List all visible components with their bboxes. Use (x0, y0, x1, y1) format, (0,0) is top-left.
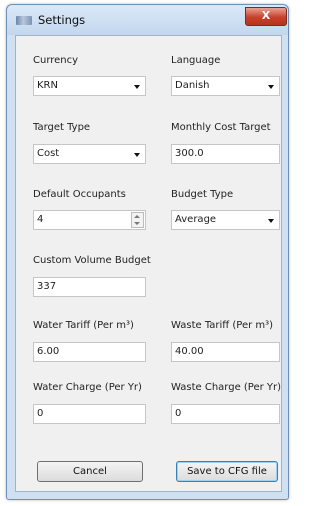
chevron-down-icon (268, 219, 274, 223)
target-type-label: Target Type (33, 122, 91, 133)
budget-type-value: Average (175, 214, 217, 225)
currency-dropdown[interactable]: KRN (33, 76, 146, 96)
cancel-button[interactable]: Cancel (37, 461, 143, 482)
title-bar[interactable]: Settings X (7, 5, 288, 35)
water-charge-input[interactable]: 0 (33, 404, 146, 424)
custom-volume-budget-label: Custom Volume Budget (33, 255, 151, 266)
settings-window: Settings X Currency KRN Language Danish … (6, 4, 289, 500)
water-charge-label: Water Charge (Per Yr) (33, 382, 142, 393)
app-icon (16, 16, 32, 25)
currency-label: Currency (33, 55, 79, 66)
default-occupants-value: 4 (37, 214, 44, 225)
water-tariff-input[interactable]: 6.00 (33, 342, 146, 362)
budget-type-dropdown[interactable]: Average (171, 210, 280, 230)
language-value: Danish (175, 80, 210, 91)
monthly-cost-target-input[interactable]: 300.0 (171, 144, 280, 164)
spin-up-icon[interactable] (134, 215, 140, 218)
currency-value: KRN (37, 80, 58, 91)
custom-volume-budget-input[interactable]: 337 (33, 277, 146, 297)
waste-charge-input[interactable]: 0 (171, 404, 280, 424)
language-label: Language (171, 55, 221, 66)
default-occupants-stepper[interactable]: 4 (33, 210, 146, 230)
monthly-cost-target-label: Monthly Cost Target (171, 122, 271, 133)
settings-panel: Currency KRN Language Danish Target Type… (15, 35, 282, 492)
spin-down-icon[interactable] (134, 222, 140, 225)
chevron-down-icon (134, 153, 140, 157)
waste-tariff-input[interactable]: 40.00 (171, 342, 280, 362)
target-type-value: Cost (37, 148, 60, 159)
target-type-dropdown[interactable]: Cost (33, 144, 146, 164)
chevron-down-icon (134, 85, 140, 89)
spin-buttons[interactable] (131, 212, 144, 228)
save-to-cfg-button[interactable]: Save to CFG file (176, 461, 278, 482)
default-occupants-label: Default Occupants (33, 189, 126, 200)
window-title: Settings (38, 13, 86, 27)
waste-charge-label: Waste Charge (Per Yr) (171, 382, 282, 393)
waste-tariff-label: Waste Tariff (Per m³) (171, 320, 274, 331)
chevron-down-icon (268, 85, 274, 89)
language-dropdown[interactable]: Danish (171, 76, 280, 96)
budget-type-label: Budget Type (171, 189, 234, 200)
close-button[interactable]: X (245, 7, 287, 26)
water-tariff-label: Water Tariff (Per m³) (33, 320, 134, 331)
